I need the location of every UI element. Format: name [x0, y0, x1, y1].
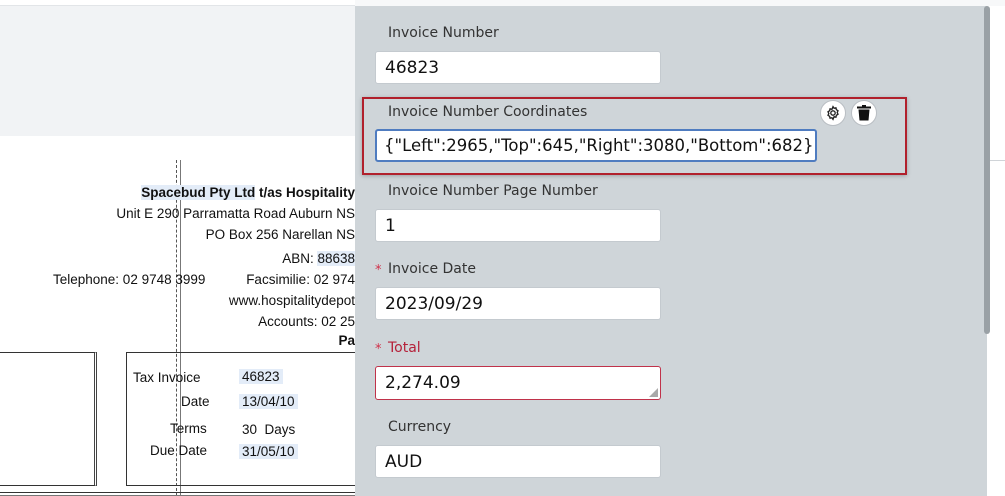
currency-label: Currency	[388, 419, 452, 435]
page-number-input[interactable]: 1	[375, 209, 661, 242]
coordinates-label: Invoice Number Coordinates	[388, 104, 588, 120]
tax-invoice-label: Tax Invoice	[133, 370, 201, 385]
divider-line	[990, 160, 1005, 161]
trash-icon	[857, 105, 871, 121]
terms-label: Terms	[170, 421, 207, 436]
page-number-label: Invoice Number Page Number	[388, 183, 598, 199]
date-value: 13/04/10	[239, 394, 298, 409]
delete-button[interactable]	[851, 100, 877, 126]
telephone-line: Telephone: 02 9748 3999	[53, 271, 205, 289]
resize-handle-icon[interactable]	[649, 388, 658, 397]
scrollbar-thumb[interactable]	[984, 6, 990, 334]
fax-text: Facsimilie: 02 974	[246, 272, 355, 287]
terms-value: 30 Days	[242, 422, 296, 437]
tax-invoice-value: 46823	[239, 369, 283, 384]
total-required-mark: *	[375, 342, 382, 357]
abn-value: 88638	[317, 251, 355, 266]
total-label: Total	[388, 340, 421, 356]
document-preview: Spacebud Pty Ltd t/as Hospitality Unit E…	[0, 0, 355, 496]
address-text: Unit E 290 Parramatta Road Auburn NS	[116, 206, 355, 221]
coordinates-input[interactable]: {"Left":2965,"Top":645,"Right":3080,"Bot…	[375, 129, 817, 162]
due-date-label: Due Date	[150, 443, 208, 458]
total-value: 2,274.09	[385, 373, 461, 393]
fax-line: Facsimilie: 02 974	[246, 271, 355, 289]
website-line: www.hospitalitydepot	[229, 292, 355, 310]
settings-button[interactable]	[820, 100, 846, 126]
company-line: Spacebud Pty Ltd t/as Hospitality	[141, 184, 355, 202]
pa-line: Pa	[338, 332, 355, 350]
gear-icon	[827, 105, 839, 121]
invoice-date-input[interactable]: 2023/09/29	[375, 287, 661, 320]
pa-text: Pa	[338, 333, 355, 348]
currency-input[interactable]: AUD	[375, 445, 661, 478]
invoice-date-required-mark: *	[375, 263, 382, 278]
company-name: Spacebud Pty Ltd	[141, 185, 256, 200]
company-suffix: t/as Hospitality	[255, 185, 355, 200]
website-text: www.hospitalitydepot	[228, 293, 355, 308]
total-input[interactable]: 2,274.09	[375, 366, 661, 400]
date-label: Date	[181, 394, 210, 409]
scan-left-box	[0, 352, 97, 486]
invoice-number-input[interactable]: 46823	[375, 51, 661, 84]
abn-label: ABN:	[282, 251, 318, 266]
invoice-number-label: Invoice Number	[388, 25, 499, 41]
scan-bottom-line	[0, 492, 355, 496]
preview-header-area	[0, 6, 355, 136]
accounts-line: Accounts: 02 25	[258, 313, 355, 331]
telephone-text: Telephone: 02 9748 3999	[53, 272, 206, 287]
accounts-text: Accounts: 02 25	[258, 314, 355, 329]
due-date-value: 31/05/10	[239, 444, 298, 459]
invoice-date-label: Invoice Date	[388, 261, 476, 277]
po-box-text: PO Box 256 Narellan NS	[205, 227, 355, 242]
abn-line: ABN: 88638	[282, 250, 355, 268]
